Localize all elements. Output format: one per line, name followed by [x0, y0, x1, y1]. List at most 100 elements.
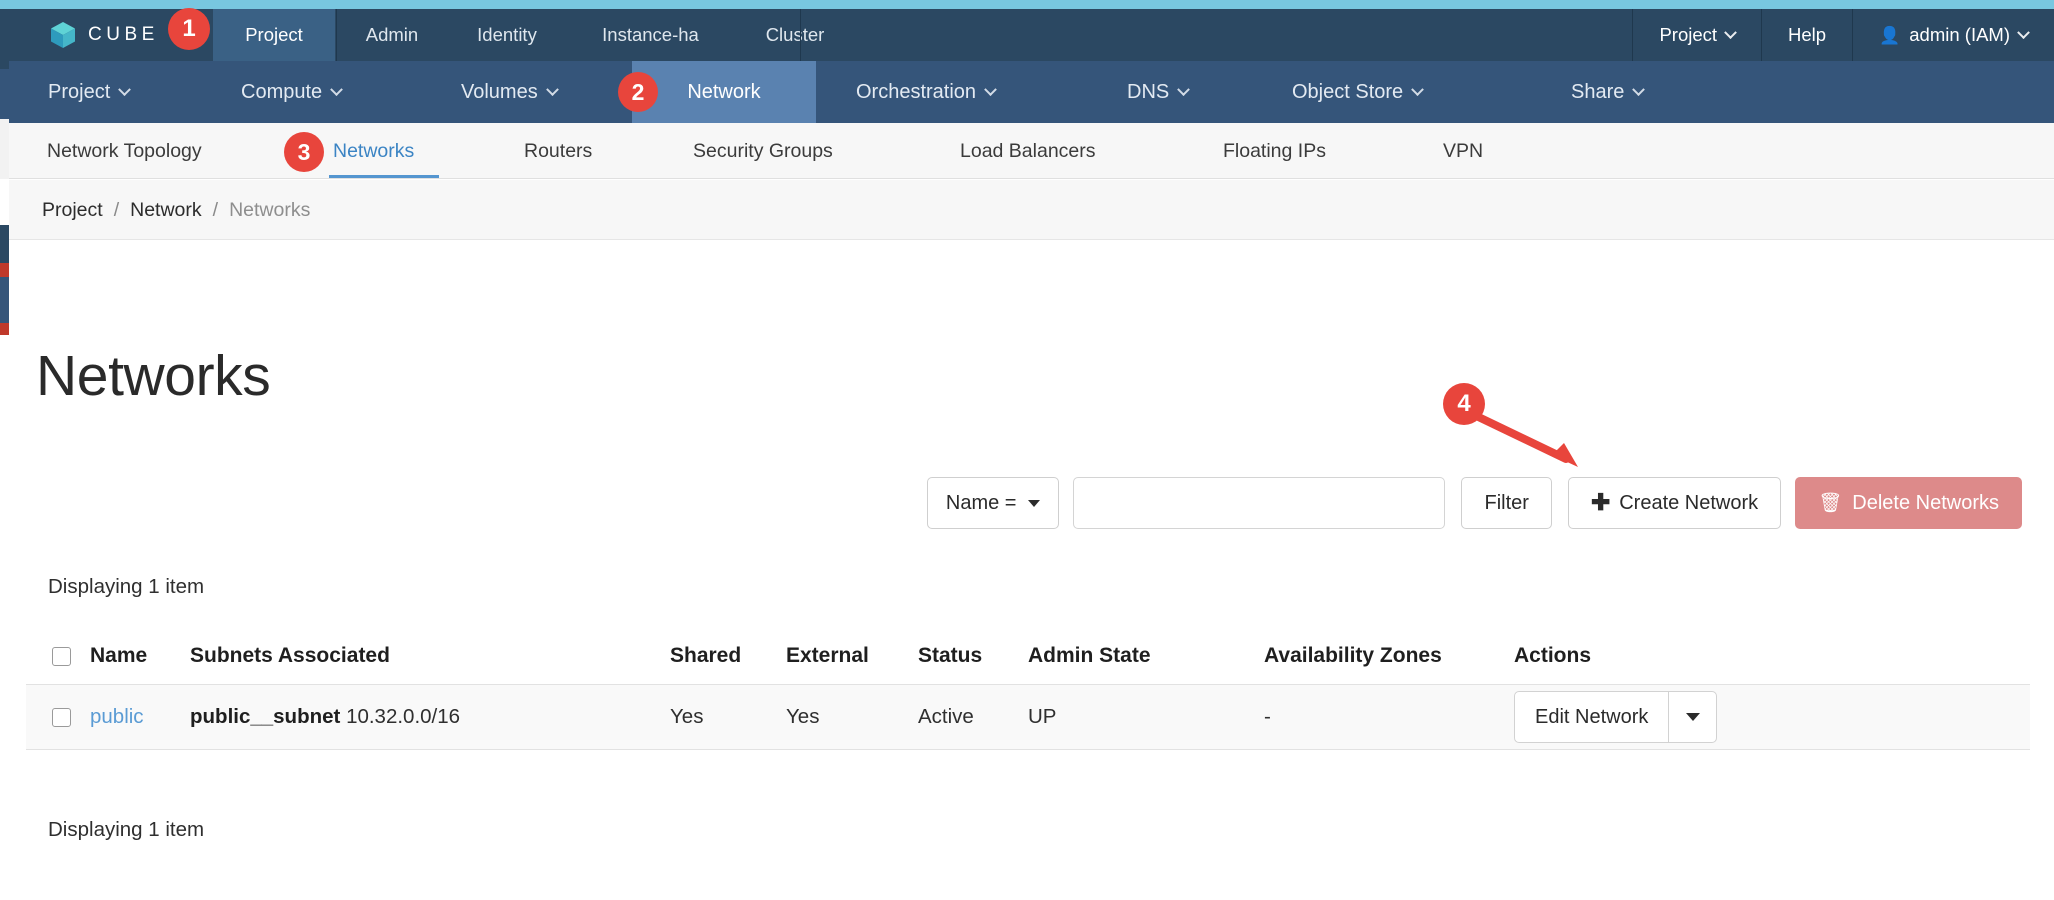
cell-admin-state: UP: [1028, 705, 1057, 728]
cell-name: public: [90, 705, 190, 729]
breadcrumb-bar: Project / Network / Networks: [9, 180, 2054, 240]
item-count-bottom: Displaying 1 item: [48, 818, 205, 841]
delete-networks-button[interactable]: 🗑 Delete Networks: [1795, 477, 2022, 529]
network-name-link[interactable]: public: [90, 705, 144, 728]
cell-external: Yes: [786, 705, 820, 728]
cell-shared: Yes: [670, 705, 704, 728]
breadcrumb-item-network[interactable]: Network: [130, 199, 202, 222]
search-input[interactable]: [1073, 477, 1446, 529]
column-header-admin-state[interactable]: Admin State: [1028, 644, 1264, 668]
tab-routers[interactable]: Routers: [520, 123, 596, 179]
row-select-cell: [26, 707, 90, 727]
row-action-split-button: Edit Network: [1514, 691, 1718, 743]
tab-networks[interactable]: Networks: [329, 123, 418, 179]
tab-label: Floating IPs: [1223, 139, 1326, 162]
chevron-down-icon: [545, 82, 559, 96]
subnav-item-label: Network: [687, 80, 761, 103]
caret-down-icon: [1028, 499, 1041, 507]
subnav-item-share[interactable]: Share: [1545, 61, 1669, 123]
tab-network-topology[interactable]: Network Topology: [43, 123, 206, 179]
topnav-help-link[interactable]: Help: [1761, 9, 1852, 61]
chevron-down-icon: [1411, 82, 1425, 96]
tab-vpn[interactable]: VPN: [1439, 123, 1487, 179]
left-edge-artifact: [0, 0, 9, 900]
top-accent-bar: [0, 0, 2054, 9]
filter-field-select[interactable]: Name =: [926, 477, 1060, 529]
subnav-item-object-store[interactable]: Object Store: [1266, 61, 1448, 123]
column-header-name[interactable]: Name: [90, 644, 190, 668]
row-checkbox[interactable]: [52, 707, 71, 727]
subnav-item-label: Compute: [241, 80, 323, 103]
column-header-actions: Actions: [1514, 644, 1592, 667]
delete-networks-label: Delete Networks: [1852, 491, 1999, 514]
breadcrumb-separator: /: [113, 198, 120, 221]
subnav-item-compute[interactable]: Compute: [215, 61, 367, 123]
topnav-item-instance-ha[interactable]: Instance-ha: [567, 9, 734, 61]
column-header-subnets[interactable]: Subnets Associated: [190, 644, 670, 668]
topnav-item-label: Project: [245, 24, 303, 45]
edit-network-button[interactable]: Edit Network: [1515, 692, 1668, 742]
subnav-item-project[interactable]: Project: [22, 61, 155, 123]
nav-separator: [800, 9, 801, 61]
breadcrumb-item-project[interactable]: Project: [42, 199, 103, 222]
tab-active-underline: [329, 175, 439, 178]
topnav-right-group: Project Help 👤 admin (IAM): [1632, 9, 2054, 61]
topnav-project-selector[interactable]: Project: [1632, 9, 1761, 61]
row-action-dropdown-toggle[interactable]: [1668, 692, 1716, 742]
column-header-shared[interactable]: Shared: [670, 644, 786, 668]
filter-button-label: Filter: [1484, 491, 1529, 514]
brand[interactable]: CUBE: [50, 9, 159, 61]
tab-label: Routers: [524, 139, 593, 162]
topnav-item-label: Cluster: [765, 24, 825, 45]
select-all-checkbox[interactable]: [52, 646, 71, 666]
create-network-button[interactable]: ✚ Create Network: [1567, 477, 1782, 529]
subnav-item-volumes[interactable]: Volumes: [435, 61, 583, 123]
brand-name: CUBE: [88, 24, 159, 45]
subnav-item-dns[interactable]: DNS: [1101, 61, 1214, 123]
topnav-help-label: Help: [1788, 24, 1827, 45]
table-header-row: Name Subnets Associated Shared External …: [26, 628, 2030, 684]
annotation-badge-4: 4: [1443, 383, 1485, 425]
table-row: public public__subnet 10.32.0.0/16 Yes Y…: [26, 684, 2030, 750]
networks-table: Name Subnets Associated Shared External …: [26, 628, 2030, 750]
column-header-availability-zones[interactable]: Availability Zones: [1264, 644, 1514, 668]
tab-security-groups[interactable]: Security Groups: [689, 123, 837, 179]
secondary-navigation-bar: Project Compute Volumes Network Orchestr…: [0, 61, 2054, 123]
topnav-item-admin[interactable]: Admin: [337, 9, 447, 61]
create-network-label: Create Network: [1619, 491, 1759, 514]
tab-label: Network Topology: [47, 139, 202, 162]
filter-button[interactable]: Filter: [1461, 477, 1552, 529]
topnav-item-identity[interactable]: Identity: [447, 9, 567, 61]
cube-logo-icon: [51, 22, 75, 48]
subnav-item-orchestration[interactable]: Orchestration: [830, 61, 1021, 123]
edit-network-label: Edit Network: [1535, 705, 1649, 728]
chevron-down-icon: [330, 82, 344, 96]
topnav-user-menu[interactable]: 👤 admin (IAM): [1852, 9, 2054, 61]
topnav-item-cluster[interactable]: Cluster: [734, 9, 856, 61]
tab-label: VPN: [1443, 139, 1484, 162]
subnav-item-network[interactable]: Network: [632, 61, 816, 123]
tab-load-balancers[interactable]: Load Balancers: [956, 123, 1100, 179]
chevron-down-icon: [1177, 82, 1191, 96]
annotation-badge-1: 1: [168, 8, 210, 50]
topnav-item-project[interactable]: Project: [213, 9, 335, 61]
breadcrumb-item-networks: Networks: [229, 198, 311, 221]
column-header-status[interactable]: Status: [918, 644, 1028, 668]
cell-availability-zones: -: [1264, 705, 1271, 728]
top-navigation-bar: CUBE Project Admin Identity Instance-ha …: [0, 9, 2054, 61]
cell-subnets: public__subnet 10.32.0.0/16: [190, 705, 670, 729]
cell-status: Active: [918, 705, 974, 728]
topnav-user-label: admin (IAM): [1909, 24, 2010, 45]
chevron-down-icon: [2017, 25, 2030, 39]
select-all-cell: [26, 646, 90, 666]
filter-field-label: Name =: [945, 491, 1017, 514]
annotation-badge-3: 3: [284, 132, 324, 172]
plus-icon: ✚: [1590, 488, 1611, 515]
subnav-item-label: DNS: [1127, 80, 1170, 103]
subnav-item-label: Object Store: [1292, 80, 1404, 103]
tab-floating-ips[interactable]: Floating IPs: [1219, 123, 1330, 179]
column-header-external[interactable]: External: [786, 644, 918, 668]
page-root: CUBE Project Admin Identity Instance-ha …: [0, 0, 2054, 900]
page-title: Networks: [36, 344, 271, 408]
cell-actions: Edit Network: [1514, 691, 2030, 743]
